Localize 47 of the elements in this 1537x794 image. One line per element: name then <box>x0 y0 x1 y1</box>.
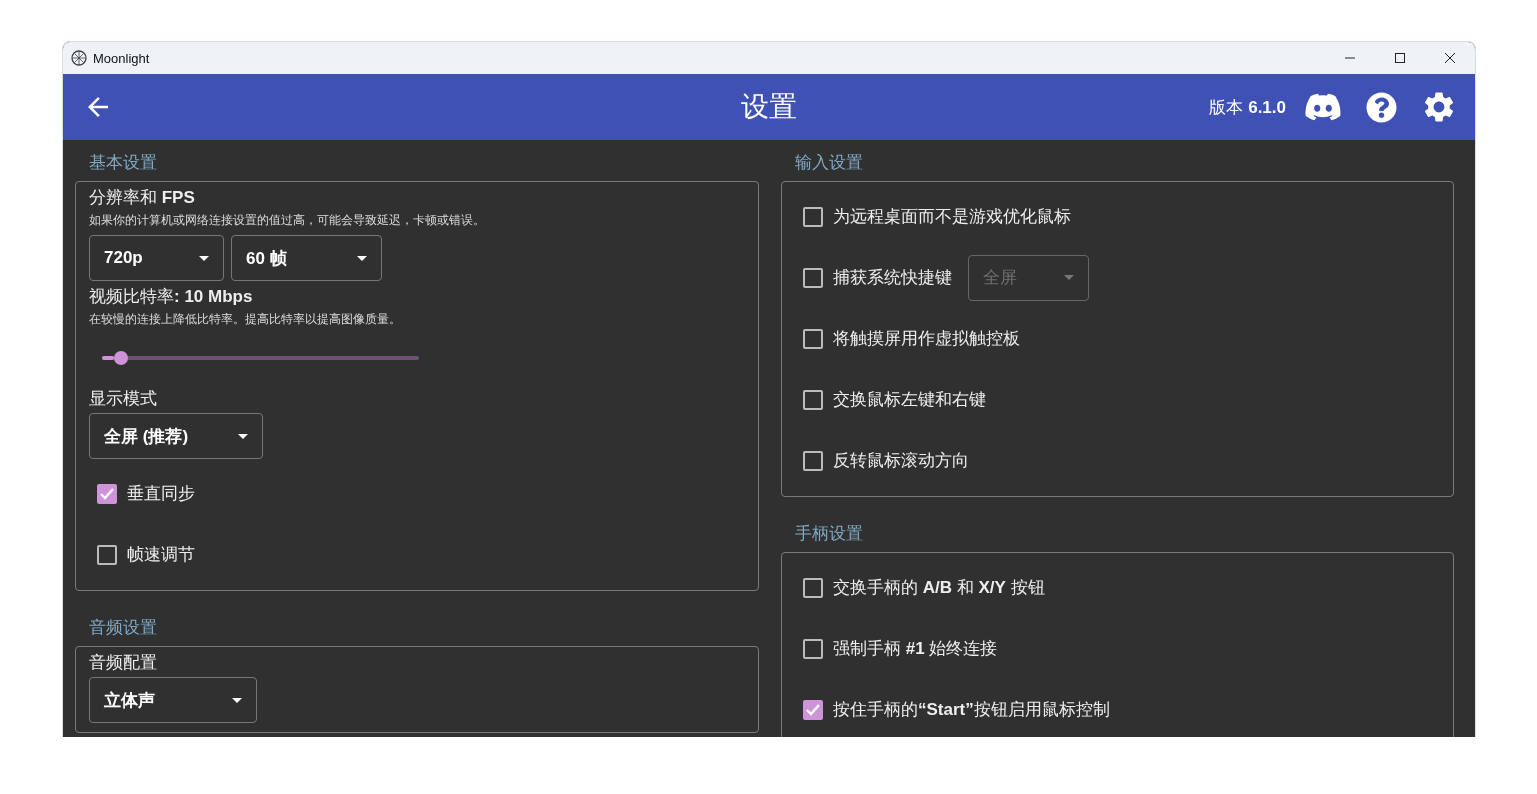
checkbox[interactable] <box>803 699 823 720</box>
caret-icon <box>232 697 242 703</box>
checkbox[interactable] <box>803 450 823 471</box>
caret-icon <box>199 255 209 261</box>
slider-thumb[interactable] <box>114 351 128 365</box>
caret-icon <box>357 255 367 261</box>
section-title: 基本设置 <box>88 152 158 174</box>
checkbox-label: 帧速调节 <box>127 544 195 566</box>
section-title: 手柄设置 <box>794 523 864 545</box>
checkbox[interactable] <box>97 544 117 565</box>
checkbox[interactable] <box>803 577 823 598</box>
setting-description: 如果你的计算机或网络连接设置的值过高，可能会导致延迟，卡顿或错误。 <box>89 212 486 229</box>
checkbox-label: 按住手柄的“Start”按钮启用鼠标控制 <box>833 699 1110 721</box>
page-title: 设置 <box>741 90 797 124</box>
app-icon <box>71 50 87 66</box>
setting-title: 分辨率和 FPS <box>89 187 196 209</box>
help-icon[interactable] <box>1366 91 1397 123</box>
version-label: 版本 6.1.0 <box>1209 96 1286 119</box>
dropdown[interactable]: 全屏 (推荐) <box>89 413 263 459</box>
checkbox-label: 交换手柄的 A/B 和 X/Y 按钮 <box>833 577 1045 599</box>
dropdown[interactable]: 720p <box>89 235 224 281</box>
close-icon[interactable] <box>1445 53 1455 63</box>
checkbox-label: 捕获系统快捷键 <box>833 267 952 289</box>
dropdown[interactable]: 60 帧 <box>231 235 382 281</box>
setting-description: 在较慢的连接上降低比特率。提高比特率以提高图像质量。 <box>89 311 402 328</box>
setting-title: 视频比特率: 10 Mbps <box>89 286 254 308</box>
checkbox-label: 将触摸屏用作虚拟触控板 <box>833 328 1020 350</box>
checkbox-label: 反转鼠标滚动方向 <box>833 450 969 472</box>
caret-icon <box>1064 275 1074 280</box>
checkbox-label: 强制手柄 #1 始终连接 <box>833 638 998 660</box>
checkbox-label: 交换鼠标左键和右键 <box>833 389 986 411</box>
checkbox-label: 为远程桌面而不是游戏优化鼠标 <box>833 206 1071 228</box>
checkbox[interactable] <box>803 267 823 288</box>
setting-title: 显示模式 <box>89 388 158 410</box>
checkbox[interactable] <box>803 389 823 410</box>
maximize-icon[interactable] <box>1395 53 1405 63</box>
section-title: 音频设置 <box>88 617 158 639</box>
checkbox-label: 垂直同步 <box>127 483 195 505</box>
checkbox[interactable] <box>803 638 823 659</box>
setting-title: 音频配置 <box>89 652 158 674</box>
checkbox[interactable] <box>97 483 117 504</box>
caret-icon <box>238 433 248 439</box>
checkbox[interactable] <box>803 328 823 349</box>
window-title: Moonlight <box>93 50 150 66</box>
dropdown[interactable]: 立体声 <box>89 677 257 723</box>
checkbox[interactable] <box>803 206 823 227</box>
section-title: 输入设置 <box>794 152 864 174</box>
